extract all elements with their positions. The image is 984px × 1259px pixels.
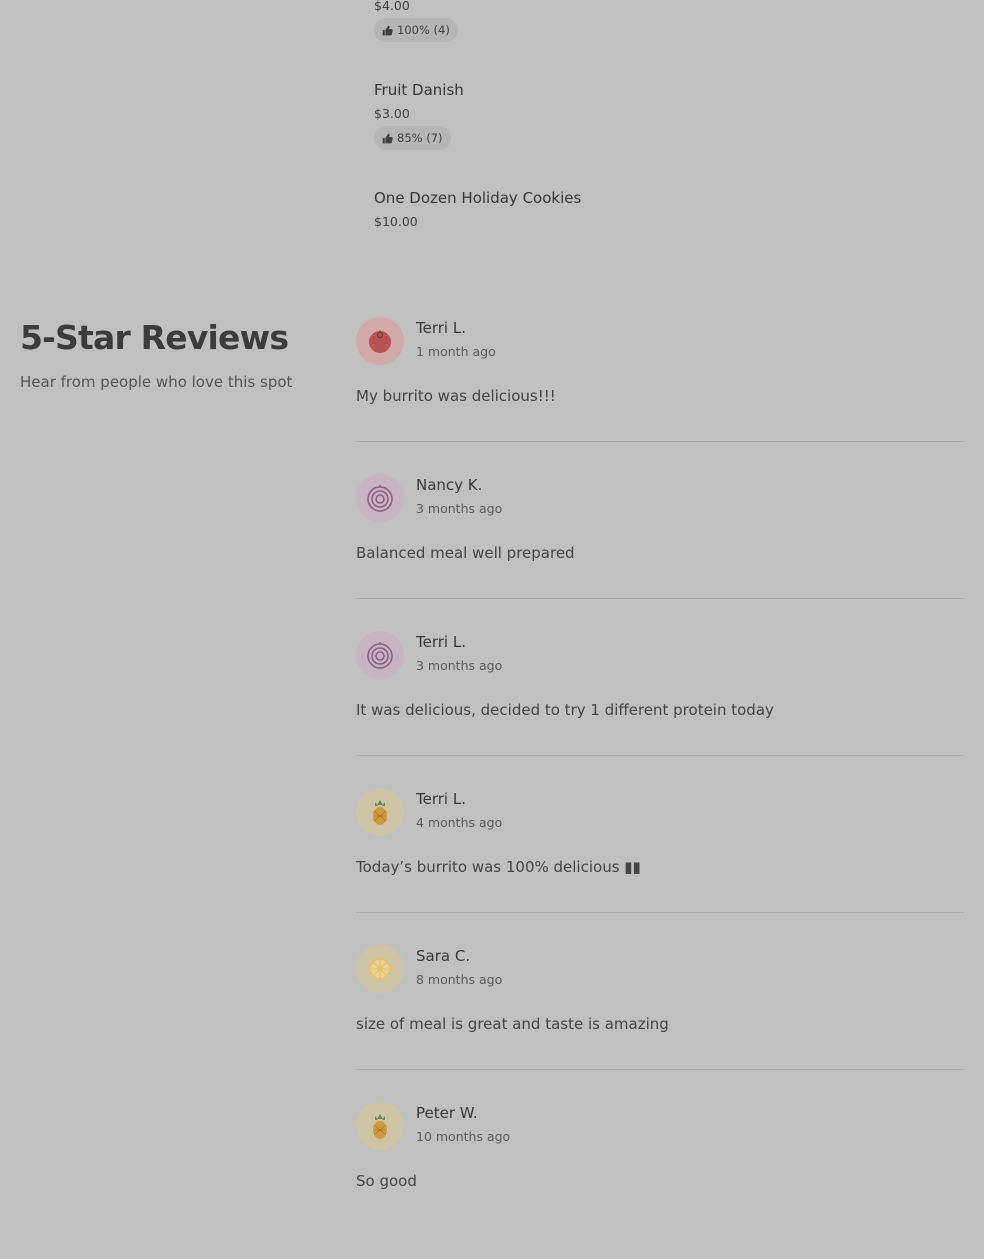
menu-item-name: Fruit Danish (374, 81, 464, 99)
rating-badge: 85% (7) (374, 126, 451, 150)
reviewer-name[interactable]: Peter W. (416, 1103, 478, 1123)
avatar (356, 945, 404, 993)
reviews-subtitle: Hear from people who love this spot (20, 373, 293, 391)
avatar (356, 474, 404, 522)
avatar (356, 1102, 404, 1150)
review-date: 1 month ago (416, 344, 496, 359)
pineapple-icon (373, 800, 387, 825)
review-text: Balanced meal well prepared (356, 544, 575, 562)
pineapple-icon (373, 1114, 387, 1139)
menu-item[interactable]: Fruit Danish $3.00 85% (7) (374, 80, 964, 188)
review-card: Terri L. 4 months ago Today’s burrito wa… (356, 788, 964, 945)
reviews-title: 5-Star Reviews (20, 318, 289, 357)
reviewer-name[interactable]: Nancy K. (416, 475, 482, 495)
review-text: size of meal is great and taste is amazi… (356, 1015, 669, 1033)
reviewer-name[interactable]: Sara C. (416, 946, 470, 966)
review-date: 3 months ago (416, 658, 503, 673)
review-card: Terri L. 1 month ago My burrito was deli… (356, 317, 964, 474)
avatar (356, 788, 404, 836)
onion-icon (367, 642, 393, 669)
review-card: Terri L. 3 months ago It was delicious, … (356, 631, 964, 788)
reviews-list: Terri L. 1 month ago My burrito was deli… (356, 317, 964, 1259)
menu-item[interactable]: $4.00 100% (4) (374, 0, 964, 80)
divider (356, 441, 964, 442)
avatar (356, 317, 404, 365)
onion-icon (367, 485, 393, 512)
rating-text: 85% (7) (397, 131, 443, 145)
reviewer-name[interactable]: Terri L. (416, 318, 466, 338)
rating-badge: 100% (4) (374, 18, 458, 42)
thumbs-up-icon (382, 133, 393, 143)
review-card: Sara C. 8 months ago size of meal is gre… (356, 945, 964, 1102)
review-text: So good (356, 1172, 417, 1190)
reviews-header: 5-Star Reviews Hear from people who love… (20, 316, 330, 392)
menu-item-name: One Dozen Holiday Cookies (374, 189, 582, 207)
menu-item[interactable]: One Dozen Holiday Cookies $10.00 (374, 188, 964, 296)
review-date: 10 months ago (416, 1129, 511, 1144)
avatar (356, 631, 404, 679)
rating-text: 100% (4) (397, 23, 450, 37)
page: $4.00 100% (4) Fruit Danish $3.00 85% (7… (0, 0, 984, 1205)
divider (356, 598, 964, 599)
divider (356, 912, 964, 913)
thumbs-up-icon (382, 25, 393, 35)
review-date: 8 months ago (416, 972, 503, 987)
menu-item-price: $3.00 (374, 106, 410, 121)
menu-items-list: $4.00 100% (4) Fruit Danish $3.00 85% (7… (374, 0, 964, 296)
review-text: It was delicious, decided to try 1 diffe… (356, 701, 774, 719)
review-date: 4 months ago (416, 815, 503, 830)
menu-item-price: $4.00 (374, 0, 410, 13)
review-card: Nancy K. 3 months ago Balanced meal well… (356, 474, 964, 631)
divider (356, 755, 964, 756)
review-text: My burrito was delicious!!! (356, 387, 556, 405)
review-text: Today’s burrito was 100% delicious ▮▮ (356, 858, 641, 876)
review-date: 3 months ago (416, 501, 503, 516)
reviewer-name[interactable]: Terri L. (416, 789, 466, 809)
reviewer-name[interactable]: Terri L. (416, 632, 466, 652)
lemon-slice-icon (369, 958, 391, 980)
menu-item-price: $10.00 (374, 214, 418, 229)
review-card: Peter W. 10 months ago So good (356, 1102, 964, 1259)
divider (356, 1069, 964, 1070)
tomato-icon (369, 330, 391, 353)
